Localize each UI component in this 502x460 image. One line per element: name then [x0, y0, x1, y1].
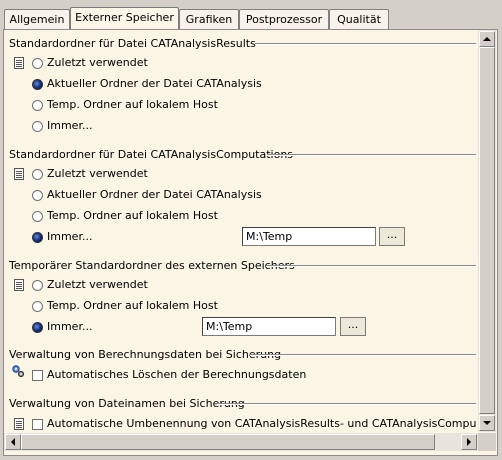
radio-temp-always[interactable] — [32, 322, 43, 333]
radio-results-temp-folder[interactable] — [32, 100, 43, 111]
horizontal-scroll-thumb[interactable] — [21, 434, 435, 450]
radio-results-last-used[interactable] — [32, 58, 43, 69]
tab-postprozessor[interactable]: Postprozessor — [239, 9, 329, 29]
temp-browse-button[interactable]: ... — [340, 317, 366, 336]
document-icon — [14, 418, 24, 430]
scroll-corner — [478, 433, 496, 451]
vertical-scrollbar[interactable] — [478, 30, 496, 432]
tab-externer-speicher[interactable]: Externer Speicher — [70, 7, 179, 29]
section-title-results-folder: Standardordner für Datei CATAnalysisResu… — [9, 37, 256, 50]
label-results-last-used: Zuletzt verwendet — [47, 56, 148, 69]
tab-allgemein[interactable]: Allgemein — [4, 9, 70, 29]
options-panel: Standardordner für Datei CATAnalysisResu… — [3, 29, 498, 456]
radio-computations-last-used[interactable] — [32, 169, 43, 180]
label-results-temp-folder: Temp. Ordner auf lokalem Host — [47, 98, 218, 111]
radio-computations-always[interactable] — [32, 232, 43, 243]
label-results-current-folder: Aktueller Ordner der Datei CATAnalysis — [47, 77, 262, 90]
radio-computations-current-folder[interactable] — [32, 190, 43, 201]
scroll-up-button[interactable] — [479, 31, 495, 47]
scroll-right-button[interactable] — [461, 434, 477, 450]
radio-results-always[interactable] — [32, 121, 43, 132]
computations-browse-button[interactable]: ... — [379, 227, 405, 246]
arrow-down-icon — [483, 421, 491, 425]
radio-results-current-folder[interactable] — [32, 79, 43, 90]
section-title-computations-folder: Standardordner für Datei CATAnalysisComp… — [9, 148, 294, 161]
arrow-up-icon — [483, 37, 491, 41]
section-divider — [255, 43, 476, 45]
checkbox-auto-delete-computation-data[interactable] — [32, 370, 43, 381]
label-computations-temp-folder: Temp. Ordner auf lokalem Host — [47, 209, 218, 222]
document-icon — [14, 57, 24, 69]
label-computations-always: Immer... — [47, 230, 93, 243]
arrow-left-icon — [11, 438, 15, 446]
computations-path-input[interactable]: M:\Temp — [242, 227, 376, 246]
label-temp-last-used: Zuletzt verwendet — [47, 278, 148, 291]
scroll-down-button[interactable] — [479, 415, 495, 431]
temp-path-input[interactable]: M:\Temp — [202, 317, 336, 336]
section-divider — [267, 154, 476, 156]
label-auto-rename-files: Automatische Umbenennung von CATAnalysis… — [47, 417, 476, 430]
label-computations-current-folder: Aktueller Ordner der Datei CATAnalysis — [47, 188, 262, 201]
section-divider — [217, 403, 476, 405]
tab-qualitaet[interactable]: Qualität — [329, 9, 389, 29]
section-title-filenames: Verwaltung von Dateinamen bei Sicherung — [9, 397, 245, 410]
document-icon — [14, 168, 24, 180]
section-divider — [266, 265, 476, 267]
scroll-content: Standardordner für Datei CATAnalysisResu… — [4, 30, 476, 432]
label-computations-last-used: Zuletzt verwendet — [47, 167, 148, 180]
label-temp-local-host: Temp. Ordner auf lokalem Host — [47, 299, 218, 312]
tab-grafiken[interactable]: Grafiken — [179, 9, 239, 29]
radio-computations-temp-folder[interactable] — [32, 211, 43, 222]
label-results-always: Immer... — [47, 119, 93, 132]
section-title-computation-data: Verwaltung von Berechnungsdaten bei Sich… — [9, 348, 282, 361]
label-auto-delete-computation-data: Automatisches Löschen der Berechnungsdat… — [47, 368, 307, 381]
scroll-left-button[interactable] — [5, 434, 21, 450]
computation-data-icon — [12, 365, 25, 378]
radio-temp-local-host[interactable] — [32, 301, 43, 312]
horizontal-scrollbar[interactable] — [4, 433, 478, 451]
arrow-right-icon — [467, 438, 471, 446]
checkbox-auto-rename-files[interactable] — [32, 419, 43, 430]
section-divider — [250, 354, 476, 356]
vertical-scroll-thumb[interactable] — [479, 47, 495, 414]
document-icon — [14, 279, 24, 291]
section-title-temp-folder: Temporärer Standardordner des externen S… — [9, 259, 295, 272]
radio-temp-last-used[interactable] — [32, 280, 43, 291]
label-temp-always: Immer... — [47, 320, 93, 333]
